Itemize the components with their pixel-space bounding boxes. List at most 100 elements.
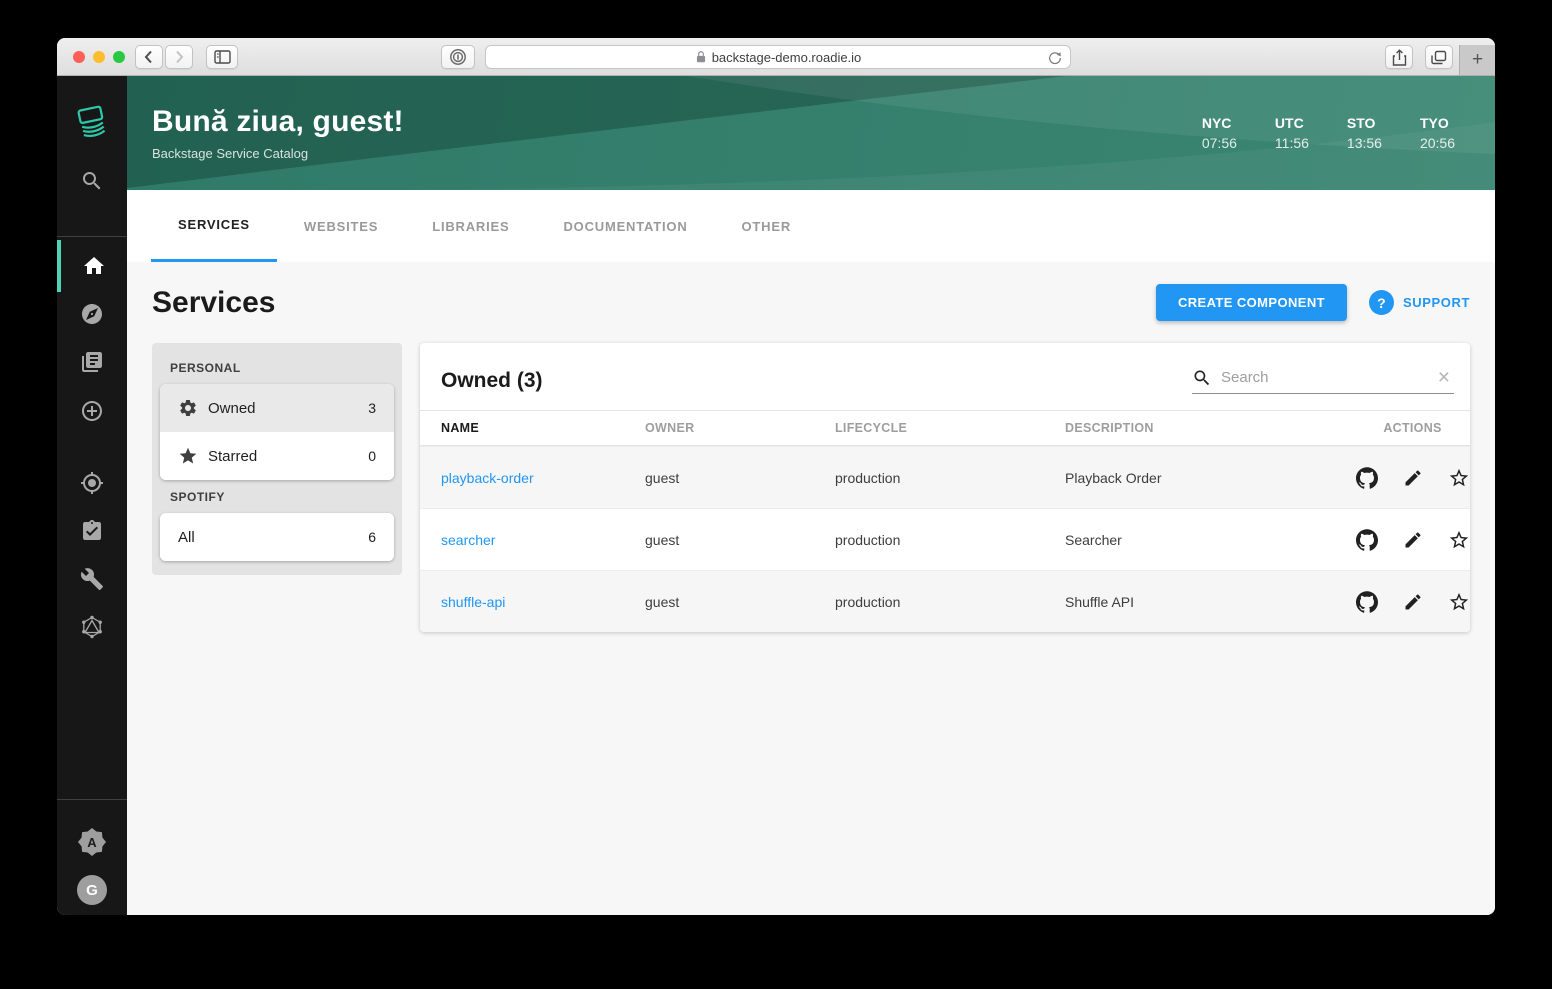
sidebar-item-docs[interactable] — [57, 338, 127, 386]
sidebar-item-checklist[interactable] — [57, 507, 127, 555]
back-button[interactable] — [135, 45, 163, 69]
page-header-banner: Bună ziua, guest! Backstage Service Cata… — [127, 76, 1495, 190]
greeting-title: Bună ziua, guest! — [152, 105, 404, 138]
column-name[interactable]: NAME — [420, 421, 645, 435]
sidebar-item-search[interactable] — [57, 157, 127, 205]
keyhole-icon — [450, 49, 466, 65]
target-icon — [81, 472, 103, 494]
star-icon — [178, 446, 198, 466]
github-icon[interactable] — [1355, 528, 1378, 551]
graphql-icon — [82, 615, 102, 639]
avatar: G — [77, 875, 107, 905]
close-window-button[interactable] — [73, 51, 85, 63]
sidebar-item-settings-badge[interactable]: A — [57, 818, 127, 866]
tab-services[interactable]: SERVICES — [151, 190, 277, 262]
filter-heading-personal: PERSONAL — [170, 361, 241, 375]
clock-utc: UTC 11:56 — [1274, 115, 1309, 151]
github-icon[interactable] — [1355, 466, 1378, 489]
tab-websites[interactable]: WEBSITES — [277, 190, 405, 262]
zoom-window-button[interactable] — [113, 51, 125, 63]
catalog-table-card: Owned (3) × NAME OWNER LIFECYCLE DESC — [420, 343, 1470, 632]
page-content: Services CREATE COMPONENT ? SUPPORT PERS… — [127, 262, 1495, 915]
clipboard-check-icon — [83, 520, 101, 540]
support-label: SUPPORT — [1402, 295, 1470, 310]
sidebar-item-explore[interactable] — [57, 290, 127, 338]
sidebar-toggle-button[interactable] — [206, 45, 238, 69]
column-owner[interactable]: OWNER — [645, 421, 835, 435]
backstage-logo-icon — [77, 105, 106, 138]
star-border-icon[interactable] — [1448, 591, 1470, 613]
tab-documentation[interactable]: DOCUMENTATION — [536, 190, 714, 262]
owner-cell: guest — [645, 531, 680, 548]
reload-icon — [1049, 52, 1061, 65]
reload-button[interactable] — [1047, 50, 1063, 69]
share-icon — [1392, 48, 1406, 66]
tabs-overview-icon — [1431, 50, 1447, 64]
sidebar-item-user[interactable]: G — [57, 866, 127, 914]
search-icon — [83, 172, 101, 190]
filter-heading-spotify: SPOTIFY — [170, 490, 225, 504]
app-sidebar: A G — [57, 76, 127, 915]
column-description[interactable]: DESCRIPTION — [1065, 421, 1355, 435]
edit-icon[interactable] — [1403, 530, 1423, 550]
password-extension-button[interactable] — [441, 45, 475, 69]
entity-link[interactable]: playback-order — [441, 470, 534, 486]
badge-letter: A — [87, 834, 97, 850]
github-icon[interactable] — [1355, 590, 1378, 613]
edit-icon[interactable] — [1403, 592, 1423, 612]
column-lifecycle[interactable]: LIFECYCLE — [835, 421, 1065, 435]
page-title: Services — [152, 285, 276, 319]
create-component-button[interactable]: CREATE COMPONENT — [1155, 284, 1347, 321]
lifecycle-cell: production — [835, 593, 901, 610]
description-cell: Playback Order — [1065, 469, 1162, 486]
spotify-filter-card: All 6 — [160, 513, 394, 561]
lifecycle-cell: production — [835, 469, 901, 486]
support-button[interactable]: ? SUPPORT — [1368, 290, 1470, 315]
share-button[interactable] — [1385, 45, 1413, 69]
category-tabbar: SERVICES WEBSITES LIBRARIES DOCUMENTATIO… — [127, 190, 1495, 262]
filter-all-label: All — [178, 528, 195, 546]
sidebar-item-home[interactable] — [57, 240, 127, 292]
gear-icon — [178, 398, 198, 418]
show-tabs-button[interactable] — [1425, 45, 1453, 69]
help-icon: ? — [1368, 290, 1394, 315]
sidebar-item-graphql[interactable] — [57, 603, 127, 651]
edit-icon[interactable] — [1403, 468, 1423, 488]
sidebar-item-create[interactable] — [57, 387, 127, 435]
add-circle-icon — [82, 401, 102, 421]
table-header-row: NAME OWNER LIFECYCLE DESCRIPTION ACTIONS — [420, 410, 1470, 446]
world-clocks: NYC 07:56 UTC 11:56 STO 13:56 TYO 20:56 — [1202, 115, 1455, 151]
filter-owned[interactable]: Owned 3 — [160, 384, 394, 432]
search-input[interactable] — [1221, 369, 1434, 386]
greeting-subtitle: Backstage Service Catalog — [152, 146, 309, 161]
tab-other[interactable]: OTHER — [715, 190, 819, 262]
table-row: shuffle-api guest production Shuffle API — [420, 570, 1470, 632]
column-actions: ACTIONS — [1383, 421, 1442, 435]
browser-window: backstage-demo.roadie.io + A G Bună ziua… — [57, 38, 1495, 915]
entity-link[interactable]: searcher — [441, 532, 495, 548]
forward-button[interactable] — [165, 45, 193, 69]
table-row: playback-order guest production Playback… — [420, 446, 1470, 508]
filter-all[interactable]: All 6 — [160, 513, 394, 561]
filter-owned-label: Owned — [208, 399, 256, 417]
star-border-icon[interactable] — [1448, 529, 1470, 551]
greeting-block: Bună ziua, guest! Backstage Service Cata… — [152, 105, 404, 161]
minimize-window-button[interactable] — [93, 51, 105, 63]
table-search: × — [1192, 367, 1454, 394]
star-border-icon[interactable] — [1448, 467, 1470, 489]
owner-cell: guest — [645, 469, 680, 486]
filter-starred[interactable]: Starred 0 — [160, 432, 394, 480]
clear-search-icon[interactable]: × — [1434, 367, 1454, 388]
sidebar-icon — [213, 50, 231, 64]
filter-owned-count: 3 — [368, 400, 376, 416]
entity-link[interactable]: shuffle-api — [441, 594, 505, 610]
new-tab-button[interactable]: + — [1459, 45, 1495, 75]
address-bar[interactable]: backstage-demo.roadie.io — [485, 45, 1071, 69]
lock-icon — [696, 51, 705, 63]
compass-icon — [82, 304, 102, 324]
description-cell: Searcher — [1065, 531, 1122, 548]
owner-cell: guest — [645, 593, 680, 610]
sidebar-item-tools[interactable] — [57, 555, 127, 603]
sidebar-item-tech-radar[interactable] — [57, 459, 127, 507]
tab-libraries[interactable]: LIBRARIES — [405, 190, 536, 262]
